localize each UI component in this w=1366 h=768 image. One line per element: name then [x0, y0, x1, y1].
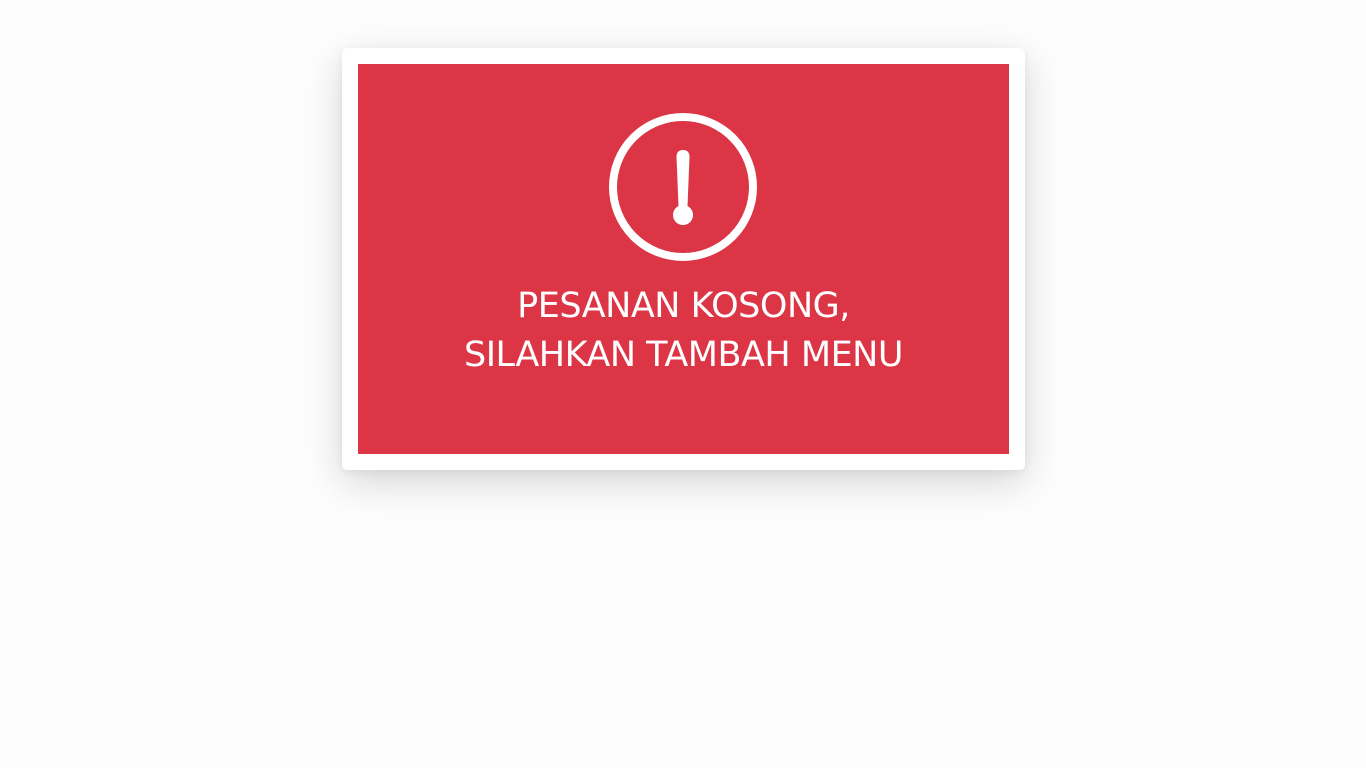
message-line-1: PESANAN KOSONG, [517, 286, 850, 326]
empty-order-alert: PESANAN KOSONG, SILAHKAN TAMBAH MENU [358, 64, 1009, 454]
empty-order-card: PESANAN KOSONG, SILAHKAN TAMBAH MENU [342, 48, 1025, 470]
empty-order-message: PESANAN KOSONG, SILAHKAN TAMBAH MENU [358, 282, 1009, 380]
message-line-2: SILAHKAN TAMBAH MENU [463, 335, 904, 375]
exclamation-circle-icon [608, 112, 758, 262]
